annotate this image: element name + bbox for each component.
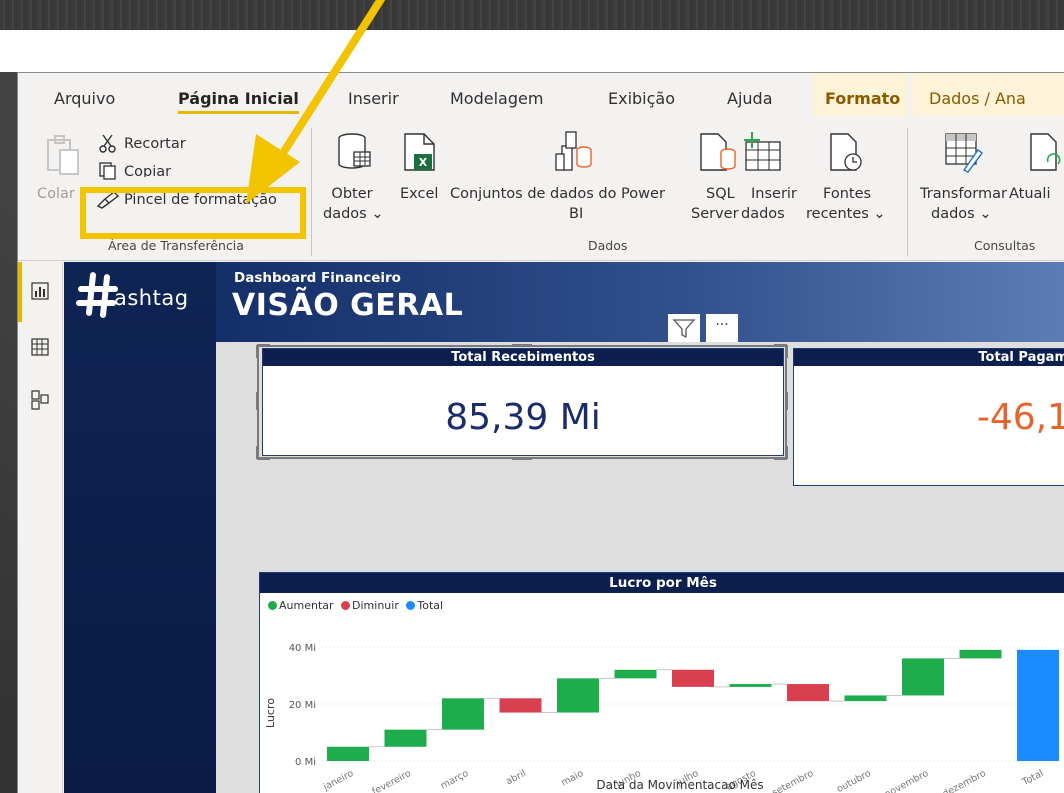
annotation-arrow-icon: [246, 0, 386, 204]
